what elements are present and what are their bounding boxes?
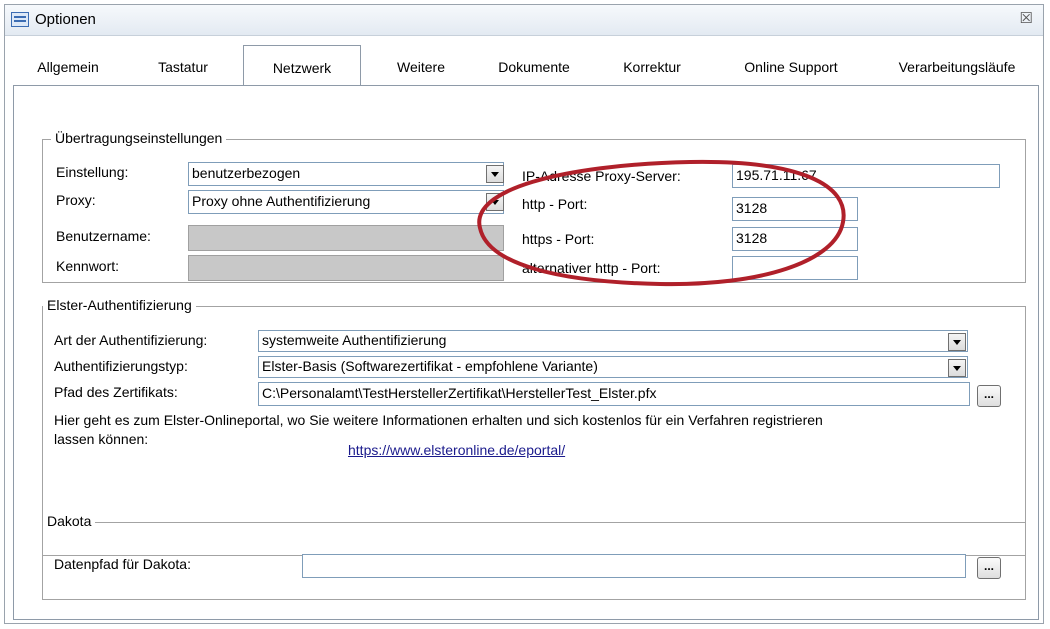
elster-info-line-1: Hier geht es zum Elster-Onlineportal, wo… <box>54 412 823 428</box>
auth-type-label: Authentifizierungstyp: <box>54 358 188 374</box>
tab-weitere[interactable]: Weitere <box>369 59 473 85</box>
dakota-path-field[interactable] <box>302 554 966 578</box>
tab-tastatur[interactable]: Tastatur <box>131 59 235 85</box>
auth-type-dropdown-icon[interactable] <box>948 359 966 377</box>
setting-select[interactable]: benutzerbezogen <box>188 162 504 186</box>
tab-verarbeitungslaeufe[interactable]: Verarbeitungsläufe <box>875 59 1039 85</box>
auth-kind-dropdown-icon[interactable] <box>948 333 966 351</box>
alt-port-label: alternativer http - Port: <box>522 260 661 276</box>
password-field <box>188 255 504 281</box>
dakota-browse-button[interactable]: ... <box>977 557 1001 579</box>
options-dialog: Optionen ☒ Allgemein Tastatur Netzwerk W… <box>4 4 1044 624</box>
tab-online-support[interactable]: Online Support <box>713 59 869 85</box>
setting-label: Einstellung: <box>56 164 129 180</box>
https-port-field[interactable]: 3128 <box>732 227 858 251</box>
proxy-label: Proxy: <box>56 192 96 208</box>
tab-content-netzwerk: Übertragungseinstellungen Einstellung: b… <box>13 85 1039 620</box>
auth-kind-label: Art der Authentifizierung: <box>54 332 208 348</box>
username-field <box>188 225 504 251</box>
https-port-label: https - Port: <box>522 231 595 247</box>
ip-label: IP-Adresse Proxy-Server: <box>522 168 681 184</box>
dakota-legend: Dakota <box>43 513 96 529</box>
window-title: Optionen <box>35 11 96 28</box>
http-port-field[interactable]: 3128 <box>732 197 858 221</box>
password-label: Kennwort: <box>56 258 120 274</box>
tab-netzwerk[interactable]: Netzwerk <box>243 45 361 85</box>
http-port-label: http - Port: <box>522 196 588 212</box>
tab-allgemein[interactable]: Allgemein <box>13 59 123 85</box>
alt-port-field[interactable] <box>732 256 858 280</box>
proxy-dropdown-icon[interactable] <box>486 193 504 211</box>
elster-legend: Elster-Authentifizierung <box>43 297 196 313</box>
tab-korrektur[interactable]: Korrektur <box>597 59 707 85</box>
elster-info-line-2: lassen können: <box>54 431 149 447</box>
title-bar: Optionen ☒ <box>5 5 1043 36</box>
form-icon <box>11 12 29 27</box>
auth-kind-select[interactable]: systemweite Authentifizierung <box>258 330 968 352</box>
cert-path-label: Pfad des Zertifikats: <box>54 384 178 400</box>
ip-field[interactable]: 195.71.11.67 <box>732 164 1000 188</box>
tab-dokumente[interactable]: Dokumente <box>479 59 589 85</box>
dakota-path-label: Datenpfad für Dakota: <box>54 556 191 572</box>
elster-portal-link[interactable]: https://www.elsteronline.de/eportal/ <box>348 442 565 458</box>
username-label: Benutzername: <box>56 228 151 244</box>
setting-dropdown-icon[interactable] <box>486 165 504 183</box>
tab-strip: Allgemein Tastatur Netzwerk Weitere Doku… <box>13 45 1039 85</box>
close-icon[interactable]: ☒ <box>1020 9 1033 27</box>
cert-browse-button[interactable]: ... <box>977 385 1001 407</box>
proxy-select[interactable]: Proxy ohne Authentifizierung <box>188 190 504 214</box>
cert-path-field[interactable]: C:\Personalamt\TestHerstellerZertifikat\… <box>258 382 970 406</box>
auth-type-select[interactable]: Elster-Basis (Softwarezertifikat - empfo… <box>258 356 968 378</box>
transfer-settings-legend: Übertragungseinstellungen <box>51 130 227 146</box>
